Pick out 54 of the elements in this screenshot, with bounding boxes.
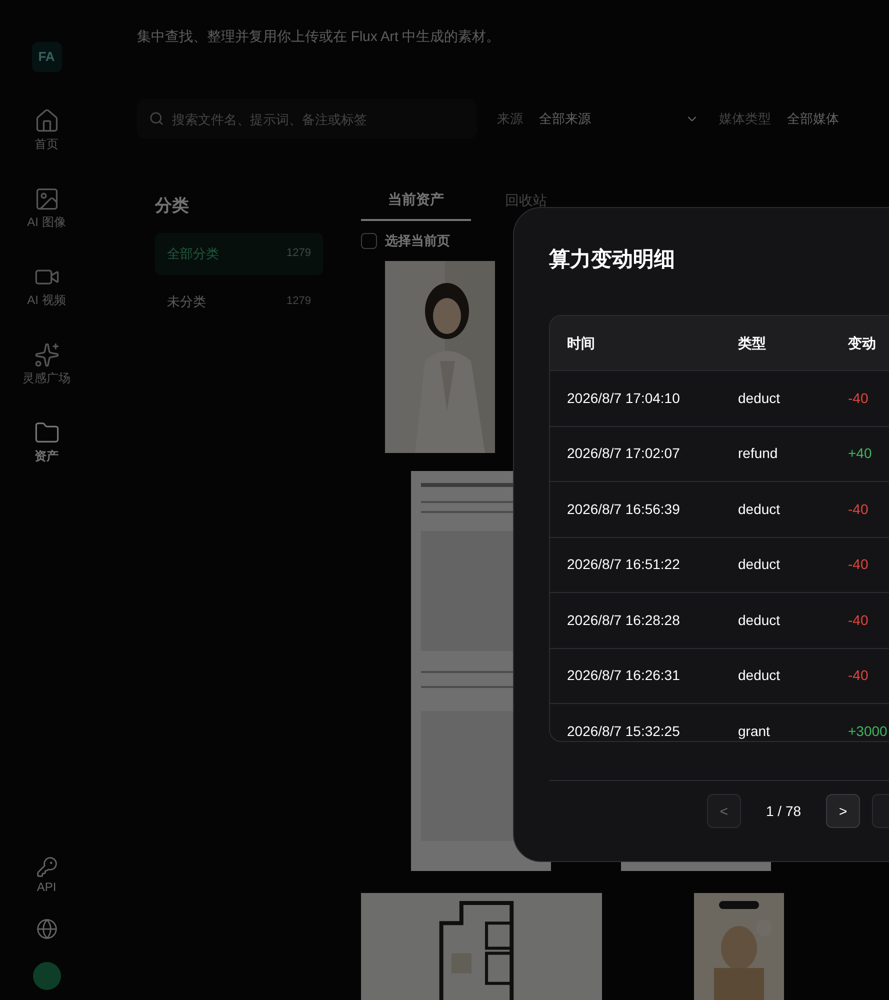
- table-cell-text: deduct: [737, 555, 782, 574]
- page-indicator: 1 / 78: [766, 802, 802, 820]
- table-cell-text: -40: [847, 555, 870, 574]
- table-cell-text: 2026/8/7 17:02:07: [566, 444, 681, 464]
- globe-icon[interactable]: [36, 918, 58, 940]
- search-field[interactable]: 搜索文件名、提示词、备注或标签: [137, 99, 477, 139]
- table-cell-text: -40: [847, 666, 870, 686]
- table-cell-text: -40: [847, 388, 870, 408]
- avatar[interactable]: [32, 962, 60, 990]
- nav-item[interactable]: 灵感广场: [16, 342, 78, 386]
- nav-item[interactable]: API: [36, 856, 58, 896]
- table-cell-text: 2026/8/7 16:26:31: [566, 666, 681, 686]
- table-cell-text: 2026/8/7 16:51:22: [566, 555, 681, 574]
- table-cell-text: +3000: [847, 722, 888, 741]
- checkbox-label: 选择当前页: [385, 232, 450, 250]
- filter-label: 来源: [497, 110, 523, 128]
- table-cell-text: refund: [737, 444, 779, 464]
- filter-label: 媒体类型: [719, 110, 771, 128]
- tab[interactable]: 回收站: [471, 179, 581, 221]
- table-cell-text: deduct: [737, 610, 782, 630]
- column-header: 变动: [846, 334, 877, 352]
- modal-title: 算力变动明细: [549, 246, 675, 273]
- table-cell-text: grant: [737, 722, 771, 741]
- column-header: 类型: [737, 334, 767, 352]
- key-icon: [36, 856, 58, 878]
- filter-dropdown[interactable]: 全部来源: [539, 109, 699, 129]
- nav-item[interactable]: AI 视频: [16, 264, 78, 308]
- nav-item[interactable]: AI 图像: [16, 186, 78, 230]
- category-item[interactable]: 未分类 1279: [155, 280, 323, 322]
- table-cell-text: 2026/8/7 15:32:25: [566, 722, 681, 741]
- page-subtitle: 集中查找、整理并复用你上传或在 Flux Art 中生成的素材。: [137, 27, 502, 46]
- sparkle-icon: [34, 342, 60, 368]
- logo[interactable]: FA: [32, 42, 62, 72]
- table-cell-text: -40: [847, 610, 870, 630]
- table-cell-text: deduct: [737, 500, 782, 519]
- category-title: 分类: [155, 195, 190, 217]
- table-cell-text: 2026/8/7 16:56:39: [566, 500, 681, 519]
- table-cell-text: +40: [847, 444, 873, 464]
- table-cell-text: -40: [847, 500, 870, 519]
- tab[interactable]: 当前资产: [361, 179, 471, 221]
- nav-item[interactable]: 首页: [16, 108, 78, 152]
- filter-dropdown[interactable]: 全部媒体: [787, 109, 839, 129]
- column-header: 时间: [566, 334, 596, 352]
- category-item[interactable]: 全部分类 1279: [155, 232, 323, 274]
- table-cell-text: deduct: [737, 666, 782, 686]
- image-icon: [34, 186, 60, 212]
- nav-item[interactable]: 资产: [16, 420, 78, 464]
- table-cell-text: 2026/8/7 16:28:28: [566, 610, 681, 630]
- search-icon: [149, 111, 164, 126]
- checkbox[interactable]: [361, 232, 377, 249]
- home-icon: [34, 108, 60, 134]
- next-page-button[interactable]: >: [826, 794, 860, 828]
- table-cell-text: 2026/8/7 17:04:10: [566, 388, 681, 408]
- table-cell-text: deduct: [737, 388, 782, 408]
